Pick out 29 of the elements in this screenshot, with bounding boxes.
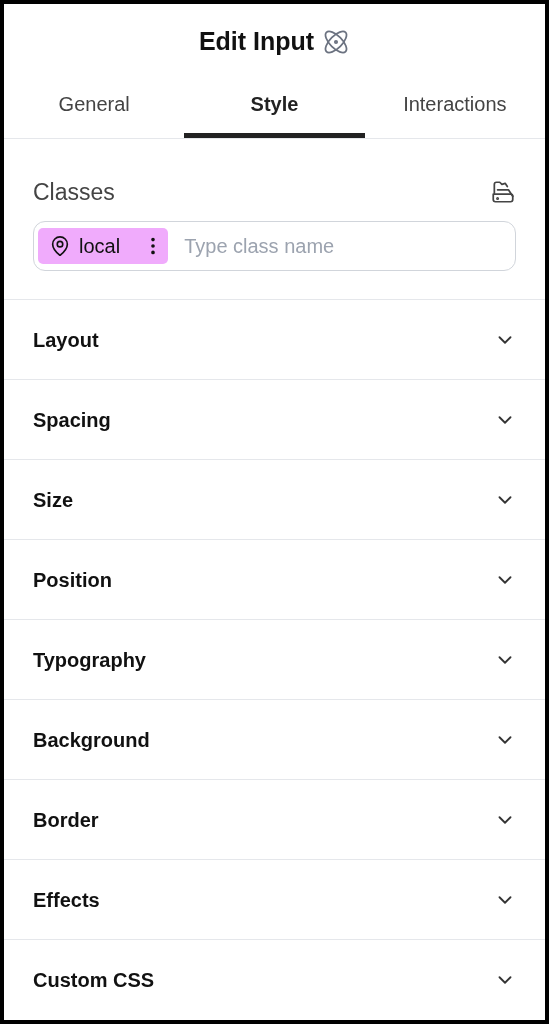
- tab[interactable]: Style: [184, 75, 365, 138]
- section-title: Typography: [33, 647, 146, 673]
- section-title: Custom CSS: [33, 968, 155, 993]
- section-label: Classes: [33, 177, 115, 207]
- tab[interactable]: Interactions: [364, 75, 545, 138]
- class-name-field[interactable]: Type class name: [184, 231, 511, 261]
- panel-title: Edit Input: [198, 25, 315, 57]
- chip-label: local: [79, 234, 121, 259]
- folder-icon[interactable]: [490, 178, 516, 205]
- section-title: Position: [33, 567, 112, 593]
- accordion-header[interactable]: Effects: [4, 860, 545, 940]
- section-title: Size: [33, 487, 74, 513]
- section-title: Background: [33, 727, 150, 753]
- section-title: Spacing: [33, 407, 111, 433]
- class-input[interactable]: local Type class name: [33, 221, 516, 271]
- accordion-header[interactable]: Typography: [4, 620, 545, 700]
- accordion-header[interactable]: Size: [4, 460, 545, 540]
- section-title: Border: [33, 807, 99, 833]
- pin-icon: [49, 235, 71, 257]
- accordion-header[interactable]: Background: [4, 700, 545, 780]
- accordion-header[interactable]: Position: [4, 540, 545, 620]
- class-chip[interactable]: local: [38, 228, 169, 264]
- accordion-header[interactable]: Custom CSS: [4, 940, 545, 1020]
- accordion-header[interactable]: Border: [4, 780, 545, 860]
- section-title: Effects: [33, 887, 100, 913]
- tab[interactable]: General: [4, 75, 185, 138]
- section-title: Layout: [33, 327, 99, 353]
- accordion-header[interactable]: Spacing: [4, 380, 545, 460]
- accordion-header[interactable]: Layout: [4, 300, 545, 380]
